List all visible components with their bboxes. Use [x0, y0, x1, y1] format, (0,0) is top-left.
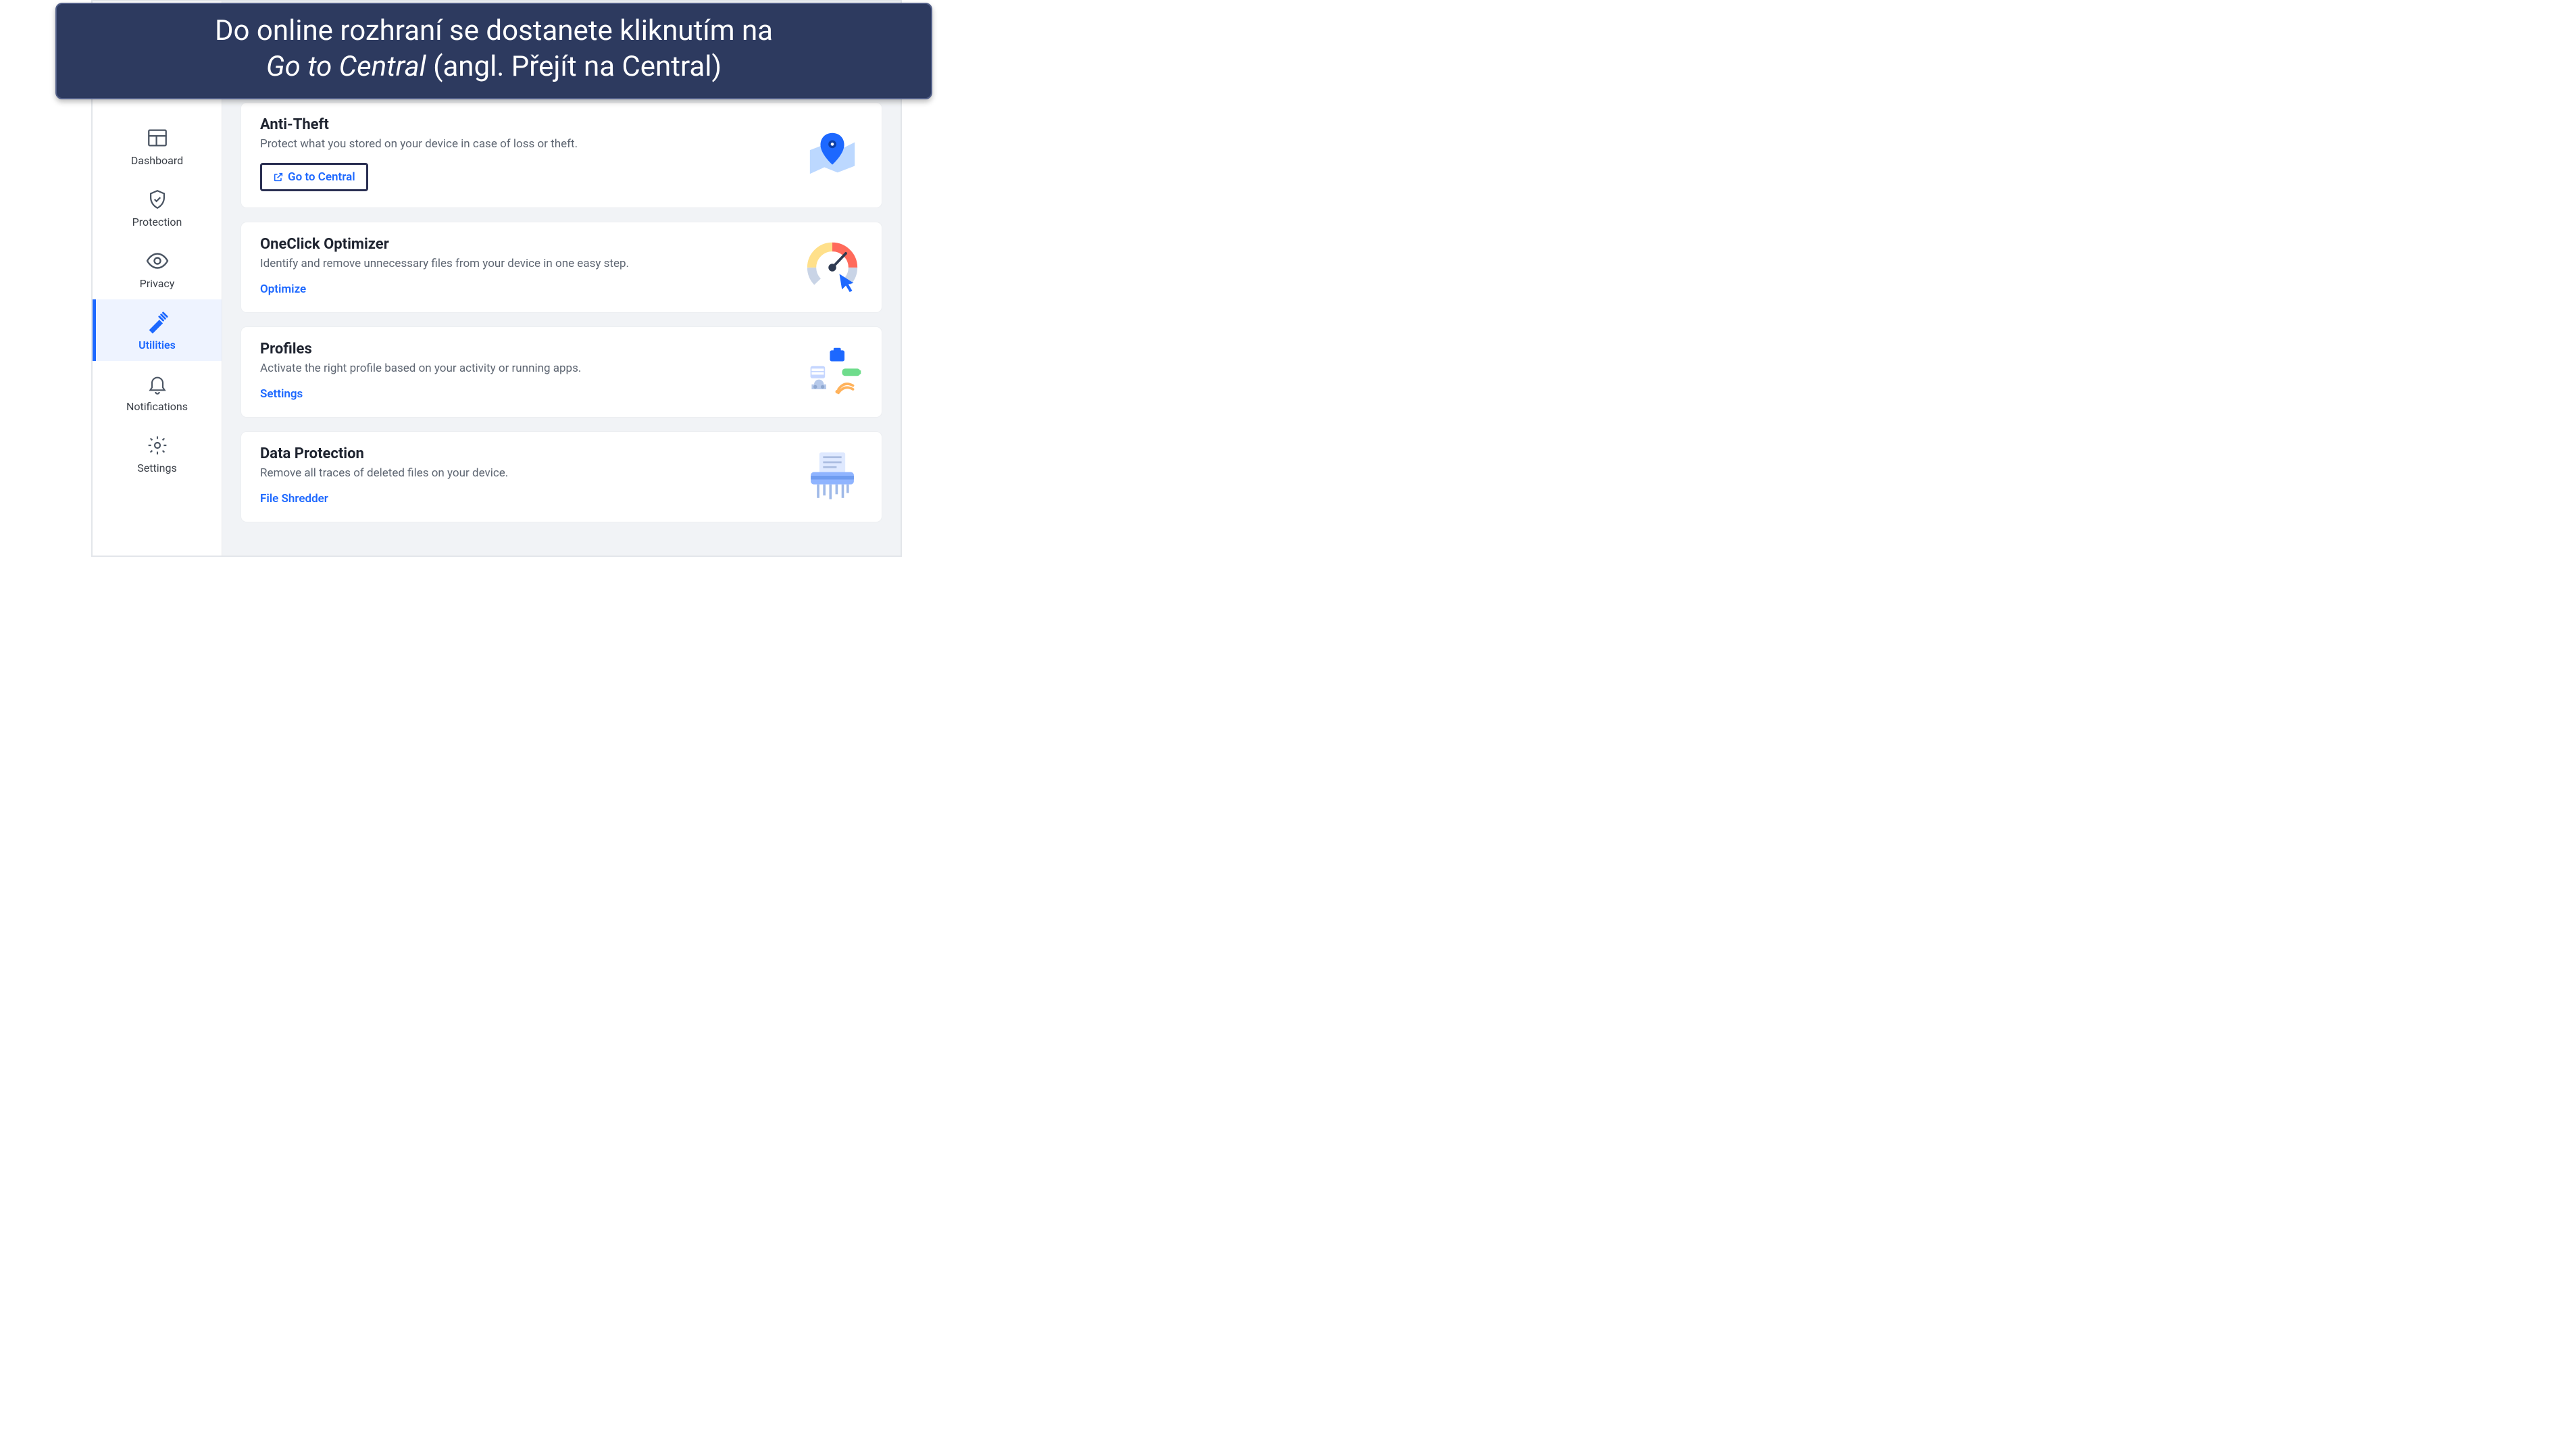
- sidebar-item-settings[interactable]: Settings: [93, 422, 222, 484]
- sidebar-item-notifications[interactable]: Notifications: [93, 361, 222, 422]
- sidebar-item-label: Utilities: [138, 339, 176, 351]
- sidebar-item-label: Settings: [137, 462, 176, 474]
- go-to-central-button[interactable]: Go to Central: [260, 163, 368, 191]
- card-description: Protect what you stored on your device i…: [260, 137, 782, 151]
- sidebar-item-label: Notifications: [126, 400, 188, 413]
- card-description: Identify and remove unnecessary files fr…: [260, 257, 782, 270]
- action-label: Go to Central: [288, 170, 355, 184]
- banner-suffix: (angl. Přejít na Central): [426, 50, 722, 83]
- gauge-cursor-illustration-icon: [802, 239, 863, 293]
- card-anti-theft: Anti-Theft Protect what you stored on yo…: [241, 103, 882, 207]
- map-pin-illustration-icon: [802, 127, 863, 181]
- action-label: File Shredder: [260, 492, 328, 506]
- sidebar-item-protection[interactable]: Protection: [93, 176, 222, 238]
- card-title: OneClick Optimizer: [260, 236, 782, 253]
- sidebar-item-dashboard[interactable]: Dashboard: [93, 115, 222, 176]
- banner-line1: Do online rozhraní se dostanete kliknutí…: [215, 14, 773, 47]
- utilities-icon: [145, 310, 170, 335]
- card-title: Data Protection: [260, 445, 782, 462]
- card-title: Profiles: [260, 341, 782, 358]
- card-title: Anti-Theft: [260, 116, 782, 133]
- profiles-settings-button[interactable]: Settings: [260, 387, 303, 401]
- optimize-button[interactable]: Optimize: [260, 282, 306, 296]
- sidebar-item-label: Dashboard: [131, 154, 183, 167]
- shield-check-icon: [145, 187, 170, 212]
- card-description: Remove all traces of deleted files on yo…: [260, 466, 782, 480]
- sidebar-item-utilities[interactable]: Utilities: [93, 299, 222, 361]
- eye-icon: [145, 249, 170, 273]
- banner-emphasis: Go to Central: [266, 50, 426, 83]
- action-label: Optimize: [260, 282, 306, 296]
- card-description: Activate the right profile based on your…: [260, 362, 782, 375]
- gear-icon: [145, 433, 170, 458]
- sidebar-item-label: Privacy: [140, 277, 175, 290]
- sidebar-item-privacy[interactable]: Privacy: [93, 238, 222, 299]
- card-oneclick-optimizer: OneClick Optimizer Identify and remove u…: [241, 222, 882, 312]
- shredder-illustration-icon: [802, 449, 863, 503]
- bell-icon: [145, 372, 170, 396]
- card-profiles: Profiles Activate the right profile base…: [241, 327, 882, 417]
- instruction-banner: Do online rozhraní se dostanete kliknutí…: [55, 3, 932, 99]
- card-data-protection: Data Protection Remove all traces of del…: [241, 432, 882, 522]
- sidebar-item-label: Protection: [132, 216, 182, 228]
- file-shredder-button[interactable]: File Shredder: [260, 492, 328, 506]
- action-label: Settings: [260, 387, 303, 401]
- dashboard-icon: [145, 126, 170, 150]
- external-link-icon: [273, 172, 284, 182]
- profiles-illustration-icon: [802, 344, 863, 398]
